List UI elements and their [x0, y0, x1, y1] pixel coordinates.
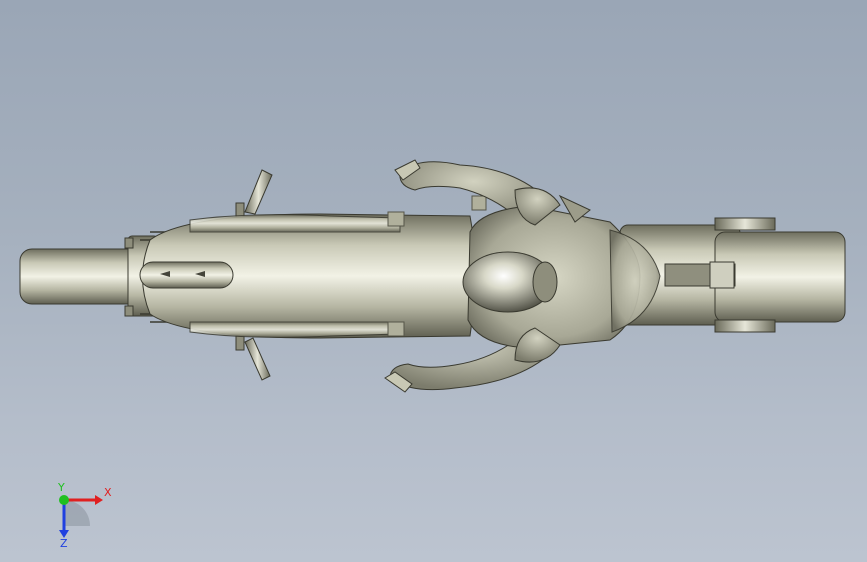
motorcycle-rider-model[interactable]	[0, 0, 867, 562]
y-axis-label: Y	[57, 481, 65, 494]
left-mirror	[235, 169, 273, 218]
axis-triad: X Y Z	[57, 481, 112, 548]
y-axis-dot	[59, 495, 69, 505]
right-mirror	[235, 335, 271, 381]
tank-badge	[139, 261, 234, 289]
front-wheel	[19, 248, 141, 305]
x-axis-arrowhead	[95, 495, 103, 505]
z-axis-label: Z	[60, 537, 68, 548]
graphics-viewport[interactable]: X Y Z	[0, 0, 867, 562]
triad-shadow	[64, 500, 90, 526]
x-axis-label: X	[104, 486, 112, 499]
